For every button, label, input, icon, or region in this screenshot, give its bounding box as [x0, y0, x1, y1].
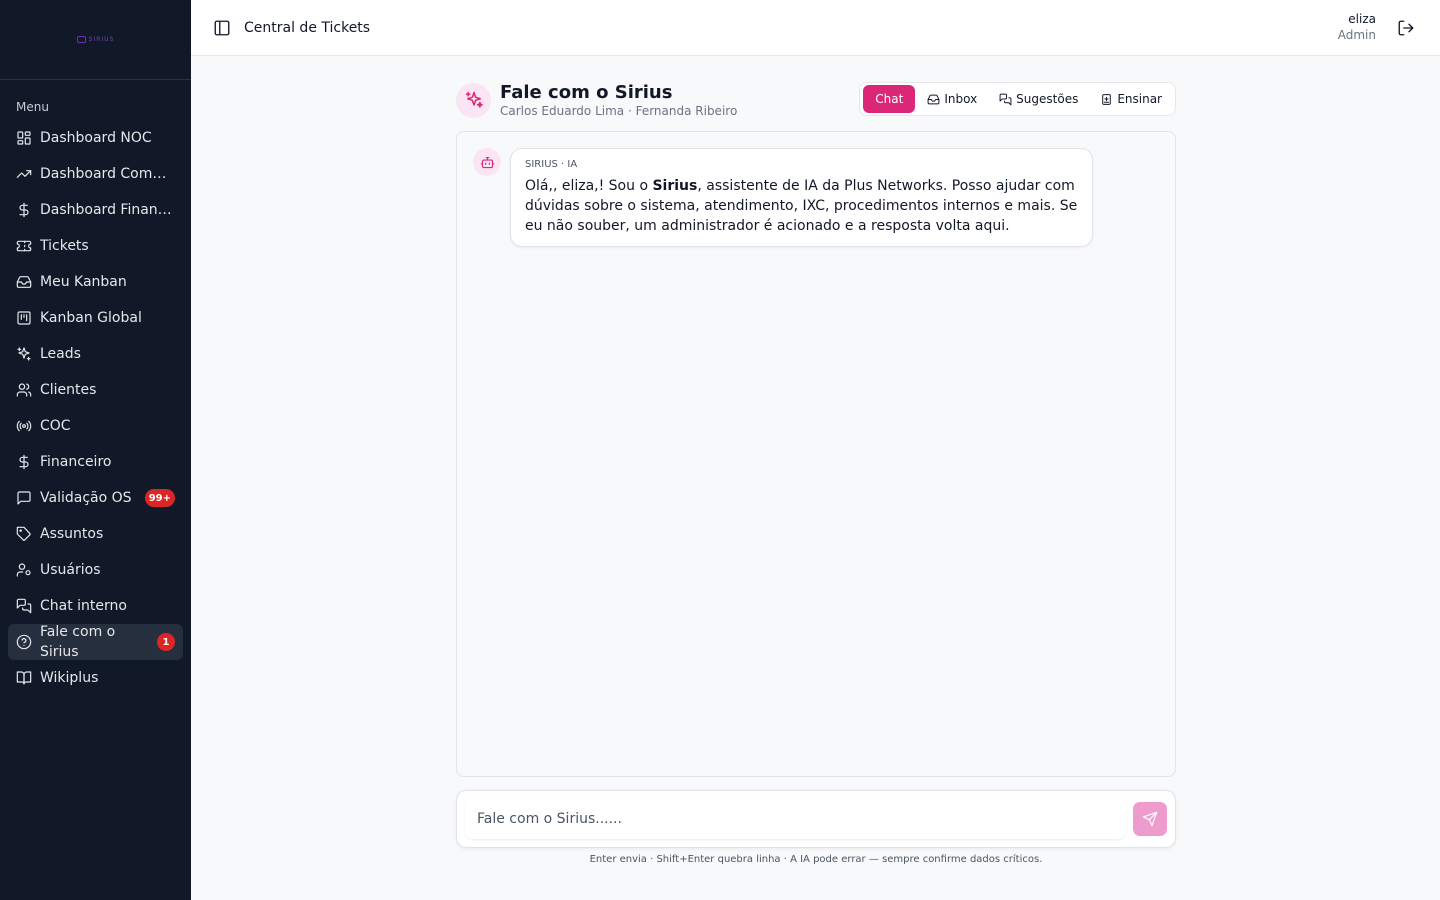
sidebar-item-dashboard-comercial[interactable]: Dashboard Comercial [8, 156, 183, 192]
message-bubble: SIRIUS · IA Olá,, eliza,! Sou o Sirius, … [510, 148, 1093, 247]
user-cog-icon [16, 562, 32, 578]
tab-sugestoes-label: Sugestões [1016, 92, 1079, 106]
trending-up-icon [16, 166, 32, 182]
bot-icon [473, 148, 501, 176]
ticket-icon [16, 238, 32, 254]
tab-inbox[interactable]: Inbox [917, 85, 987, 113]
notification-badge: 1 [157, 633, 175, 651]
sidebar-item-label: Dashboard Financeiro [40, 202, 172, 218]
sparkles-icon [16, 346, 32, 362]
sidebar-item-label: Tickets [40, 238, 89, 254]
sidebar-item-usuarios[interactable]: Usuários [8, 552, 183, 588]
menu-title: Menu [16, 100, 49, 114]
messages-icon [999, 93, 1012, 105]
message-input[interactable] [465, 799, 1126, 839]
message-composer [456, 790, 1176, 848]
sidebar-item-validacao-os[interactable]: Validação OS 99+ [8, 480, 183, 516]
sidebar-item-label: Clientes [40, 382, 97, 398]
logo-text: SIRIUS [88, 36, 115, 43]
message-square-icon [16, 490, 32, 506]
sirius-logo[interactable]: SIRIUS [76, 36, 115, 43]
sidebar-item-dashboard-noc[interactable]: Dashboard NOC [8, 120, 183, 156]
message-text: Olá,, eliza,! Sou o Sirius, assistente d… [525, 176, 1078, 236]
logout-button[interactable] [1397, 19, 1415, 37]
page-header: Fale com o Sirius Carlos Eduardo Lima · … [456, 80, 1176, 120]
inbox-icon [16, 274, 32, 290]
sidebar-item-label: Kanban Global [40, 310, 142, 326]
book-open-icon [16, 670, 32, 686]
tab-ensinar-label: Ensinar [1117, 92, 1162, 106]
message-sender: SIRIUS · IA [525, 159, 578, 170]
dollar-icon [16, 454, 32, 470]
dashboard-grid-icon [16, 130, 32, 146]
sidebar-item-label: Meu Kanban [40, 274, 127, 290]
sidebar-toggle-button[interactable] [213, 19, 231, 37]
sidebar-item-financeiro[interactable]: Financeiro [8, 444, 183, 480]
top-header: Central de Tickets eliza Admin [191, 0, 1440, 56]
user-name: eliza [1348, 12, 1376, 26]
tab-chat-label: Chat [875, 92, 904, 106]
notification-badge: 99+ [144, 489, 175, 507]
sidebar-item-label: Chat interno [40, 598, 127, 614]
sidebar-item-label: Dashboard Comercial [40, 166, 172, 182]
inbox-icon [927, 94, 940, 104]
send-button[interactable] [1133, 802, 1167, 836]
user-role: Admin [1337, 28, 1376, 42]
sidebar-item-label: Fale com o Sirius [40, 624, 116, 660]
tab-chat[interactable]: Chat [863, 85, 916, 113]
view-tabs: Chat Inbox Sugestões Ensinar [859, 82, 1176, 116]
sidebar-item-leads[interactable]: Leads [8, 336, 183, 372]
logo-mark-icon [76, 36, 86, 43]
page-title: Fale com o Sirius [500, 81, 673, 103]
tab-sugestoes[interactable]: Sugestões [989, 85, 1088, 113]
sidebar-item-meu-kanban[interactable]: Meu Kanban [8, 264, 183, 300]
users-icon [16, 382, 32, 398]
sidebar-item-label: Financeiro [40, 454, 112, 470]
sidebar-item-chat-interno[interactable]: Chat interno [8, 588, 183, 624]
panel-left-icon [214, 20, 230, 35]
message-text-start: Olá,, eliza,! Sou o [525, 178, 653, 194]
sidebar-item-label: Usuários [40, 562, 101, 578]
sidebar-item-kanban-global[interactable]: Kanban Global [8, 300, 183, 336]
sidebar-item-coc[interactable]: COC [8, 408, 183, 444]
sidebar: SIRIUS Menu Dashboard NOC Dashboard Comer… [0, 0, 191, 900]
sidebar-item-wikiplus[interactable]: Wikiplus [8, 660, 183, 696]
help-circle-icon [16, 634, 32, 650]
sidebar-item-assuntos[interactable]: Assuntos [8, 516, 183, 552]
logout-icon [1398, 20, 1414, 36]
sidebar-nav: Dashboard NOC Dashboard Comercial Dashboar… [0, 120, 191, 696]
sidebar-item-label: COC [40, 418, 71, 434]
sidebar-item-clientes[interactable]: Clientes [8, 372, 183, 408]
sidebar-item-fale-com-o-sirius[interactable]: Fale com o Sirius 1 [8, 624, 183, 660]
tab-ensinar[interactable]: Ensinar [1090, 85, 1172, 113]
user-info: eliza Admin [1338, 12, 1376, 43]
chat-messages-area[interactable]: SIRIUS · IA Olá,, eliza,! Sou o Sirius, … [456, 131, 1176, 777]
tag-icon [16, 526, 32, 542]
main-content: Fale com o Sirius Carlos Eduardo Lima · … [456, 80, 1176, 865]
sidebar-item-tickets[interactable]: Tickets [8, 228, 183, 264]
header-title: Central de Tickets [244, 19, 371, 36]
sparkles-icon [456, 82, 491, 118]
composer-hint: Enter envia · Shift+Enter quebra linha ·… [589, 854, 1043, 865]
radio-icon [16, 418, 32, 434]
logo-area: SIRIUS [0, 0, 191, 80]
sidebar-item-label: Dashboard NOC [40, 130, 152, 146]
assistant-message: SIRIUS · IA Olá,, eliza,! Sou o Sirius, … [473, 148, 1093, 247]
messages-icon [16, 598, 32, 614]
sidebar-item-label: Leads [40, 346, 81, 362]
send-icon [1142, 811, 1158, 827]
dollar-icon [16, 202, 32, 218]
tab-inbox-label: Inbox [944, 92, 978, 106]
kanban-icon [16, 310, 32, 326]
sidebar-item-label: Assuntos [40, 526, 104, 542]
sidebar-item-label: Validação OS [40, 490, 132, 506]
book-plus-icon [1102, 93, 1112, 105]
sidebar-item-dashboard-financeiro[interactable]: Dashboard Financeiro [8, 192, 183, 228]
page-subtitle: Carlos Eduardo Lima · Fernanda Ribeiro [500, 103, 738, 118]
sidebar-item-label: Wikiplus [40, 670, 99, 686]
message-text-bold: Sirius [652, 178, 698, 194]
